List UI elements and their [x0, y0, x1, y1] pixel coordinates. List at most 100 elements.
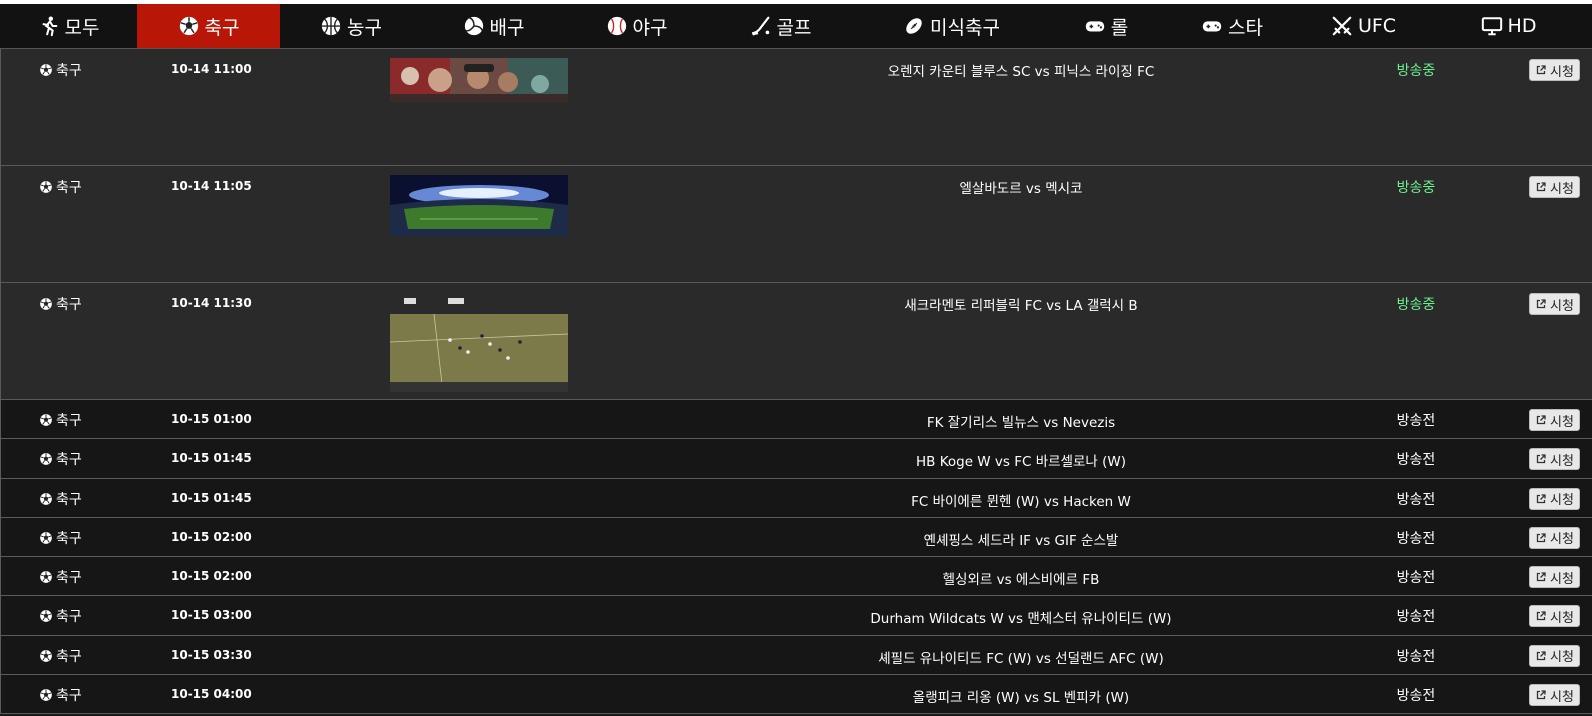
category-label: 축구 — [56, 648, 82, 665]
table-row: 축구 10-14 11:00 오렌지 카운티 블루스 SC vs 피닉스 라이징 F… — [0, 49, 1592, 166]
tab-ufc[interactable]: UFC — [1302, 4, 1425, 48]
watch-button[interactable]: 시청 — [1529, 448, 1580, 471]
start-time: 10-15 01:00 — [171, 412, 252, 426]
external-link-icon — [1535, 493, 1547, 505]
watch-button[interactable]: 시청 — [1529, 684, 1580, 707]
running-icon — [38, 15, 60, 37]
table-row: 축구 10-15 01:00 FK 잘기리스 빌뉴스 vs Nevezis 방송전 시청 — [0, 400, 1592, 440]
status-badge: 방송전 — [1396, 688, 1436, 705]
watch-label: 시청 — [1550, 493, 1574, 509]
status-badge: 방송전 — [1396, 452, 1436, 469]
tab-label: HD — [1507, 15, 1537, 37]
start-time: 10-14 11:30 — [171, 296, 252, 310]
watch-button[interactable]: 시청 — [1529, 605, 1580, 628]
tab-label: 골프 — [776, 16, 812, 39]
match-title: 셰필드 유나이티드 FC (W) vs 선덜랜드 AFC (W) — [878, 650, 1164, 667]
table-row: 축구 10-15 02:00 옌셰핑스 세드라 IF vs GIF 순스발 방송전 시청 — [0, 517, 1592, 558]
status-badge: 방송전 — [1396, 491, 1436, 508]
tab-label: 롤 — [1110, 16, 1129, 39]
external-link-icon — [1535, 571, 1547, 583]
tab-label: 배구 — [489, 16, 525, 39]
soccer-ball-icon — [39, 492, 53, 506]
sport-category-nav: 모두 축구 농구 배구 야구 골프 미식축구 롤 스타 UFC HD — [0, 4, 1592, 49]
category-label: 축구 — [56, 180, 82, 196]
watch-button[interactable]: 시청 — [1529, 409, 1580, 431]
category-cell: 축구 — [39, 60, 82, 80]
start-time: 10-15 02:00 — [171, 569, 252, 584]
tab-soccer[interactable]: 축구 — [137, 4, 280, 48]
crowd-thumbnail[interactable] — [390, 58, 568, 102]
watch-label: 시청 — [1550, 532, 1574, 548]
tab-label: UFC — [1357, 15, 1397, 37]
category-cell: 축구 — [39, 685, 82, 705]
golf-icon — [750, 15, 772, 37]
category-label: 축구 — [56, 491, 82, 508]
external-link-icon — [1535, 453, 1547, 465]
category-label: 축구 — [56, 413, 82, 429]
category-cell: 축구 — [39, 410, 82, 430]
external-link-icon — [1535, 689, 1547, 701]
match-title: HB Koge W vs FC 바르셀로나 (W) — [915, 454, 1127, 471]
tab-hd[interactable]: HD — [1425, 4, 1592, 48]
category-cell: 축구 — [39, 606, 82, 626]
tab-basketball[interactable]: 농구 — [280, 4, 422, 48]
watch-label: 시청 — [1550, 181, 1574, 197]
match-title: FC 바이에른 뮌헨 (W) vs Hacken W — [911, 493, 1131, 510]
match-title: FK 잘기리스 빌뉴스 vs Nevezis — [926, 415, 1116, 431]
tab-american-football[interactable]: 미식축구 — [853, 4, 1050, 48]
external-link-icon — [1535, 64, 1547, 76]
tab-starcraft[interactable]: 스타 — [1162, 4, 1302, 48]
tab-golf[interactable]: 골프 — [708, 4, 853, 48]
gamepad-icon — [1084, 15, 1106, 37]
watch-button[interactable]: 시청 — [1529, 566, 1580, 589]
watch-button[interactable]: 시청 — [1529, 293, 1580, 315]
soccer-ball-icon — [39, 688, 53, 702]
table-row: 축구 10-15 03:30 셰필드 유나이티드 FC (W) vs 선덜랜드 AF… — [0, 635, 1592, 676]
watch-label: 시청 — [1550, 610, 1574, 626]
category-cell: 축구 — [39, 646, 82, 666]
start-time: 10-14 11:05 — [171, 179, 252, 193]
match-title: 올랭피크 리옹 (W) vs SL 벤피카 (W) — [912, 690, 1130, 707]
pitch-thumbnail[interactable] — [390, 292, 568, 392]
tab-volleyball[interactable]: 배구 — [422, 4, 565, 48]
football-icon — [903, 15, 925, 37]
status-badge: 방송전 — [1396, 609, 1436, 626]
watch-button[interactable]: 시청 — [1529, 59, 1580, 81]
table-row: 축구 10-14 11:30 새크라멘토 리퍼블릭 FC vs LA 갤럭시 B 방송… — [0, 283, 1592, 400]
tab-label: 모두 — [64, 16, 100, 39]
watch-button[interactable]: 시청 — [1529, 176, 1580, 198]
watch-button[interactable]: 시청 — [1529, 644, 1580, 667]
match-title: 헬싱외르 vs 에스비에르 FB — [942, 572, 1100, 589]
match-title: 오렌지 카운티 블루스 SC vs 피닉스 라이징 FC — [887, 64, 1155, 80]
watch-button[interactable]: 시청 — [1529, 487, 1580, 510]
watch-label: 시청 — [1550, 64, 1574, 80]
tab-label: 야구 — [632, 16, 668, 39]
category-label: 축구 — [56, 530, 82, 547]
tab-all[interactable]: 모두 — [0, 4, 137, 48]
external-link-icon — [1535, 532, 1547, 544]
start-time: 10-15 03:00 — [171, 608, 252, 623]
soccer-ball-icon — [39, 570, 53, 584]
basketball-icon — [320, 15, 342, 37]
tab-baseball[interactable]: 야구 — [565, 4, 708, 48]
category-cell: 축구 — [39, 567, 82, 587]
external-link-icon — [1535, 298, 1547, 310]
start-time: 10-15 04:00 — [171, 687, 252, 702]
watch-label: 시청 — [1550, 650, 1574, 666]
table-row: 축구 10-15 01:45 FC 바이에른 뮌헨 (W) vs Hacken W 방… — [0, 478, 1592, 518]
category-label: 축구 — [56, 63, 82, 79]
status-badge: 방송전 — [1396, 648, 1436, 665]
category-label: 축구 — [56, 570, 82, 587]
start-time: 10-15 01:45 — [171, 451, 252, 466]
watch-label: 시청 — [1550, 298, 1574, 314]
watch-label: 시청 — [1550, 453, 1574, 469]
tab-lol[interactable]: 롤 — [1050, 4, 1162, 48]
match-title: 옌셰핑스 세드라 IF vs GIF 순스발 — [923, 532, 1119, 549]
category-label: 축구 — [56, 688, 82, 705]
watch-button[interactable]: 시청 — [1529, 526, 1580, 549]
volleyball-icon — [463, 15, 485, 37]
category-label: 축구 — [56, 297, 82, 313]
tab-label: 미식축구 — [930, 16, 1000, 39]
soccer-ball-icon — [39, 63, 53, 77]
stadium-thumbnail[interactable] — [390, 175, 568, 236]
